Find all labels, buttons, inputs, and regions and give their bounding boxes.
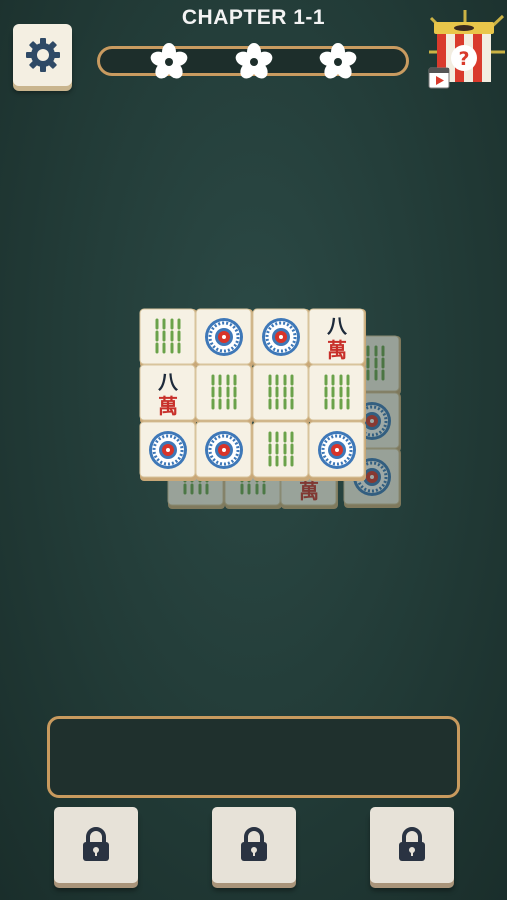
- mahjong-tile-bamboo-8[interactable]: [252, 364, 311, 425]
- tile-tray: [47, 716, 460, 798]
- mahjong-tile-bamboo-8[interactable]: [195, 364, 254, 425]
- mahjong-tile-bamboo-8[interactable]: [252, 421, 311, 482]
- mahjong-tile-bamboo-8[interactable]: [308, 364, 367, 425]
- lock-icon: [241, 827, 267, 861]
- mahjong-tile-circle-1[interactable]: [252, 308, 311, 369]
- mahjong-tile-bamboo-8[interactable]: [139, 308, 198, 369]
- top-tile-layer: [139, 308, 367, 482]
- locked-slot-button[interactable]: [370, 807, 454, 883]
- mahjong-tile-circle-1[interactable]: [139, 421, 198, 482]
- locked-slot-button[interactable]: [54, 807, 138, 883]
- mahjong-tile-character-8[interactable]: [308, 308, 367, 369]
- mahjong-tile-character-8[interactable]: [139, 364, 198, 425]
- mahjong-tile-circle-1[interactable]: [308, 421, 367, 482]
- mahjong-tile-circle-1[interactable]: [195, 421, 254, 482]
- lock-icon: [83, 827, 109, 861]
- lock-icon: [399, 827, 425, 861]
- locked-slot-button[interactable]: [212, 807, 296, 883]
- mahjong-tile-circle-1[interactable]: [195, 308, 254, 369]
